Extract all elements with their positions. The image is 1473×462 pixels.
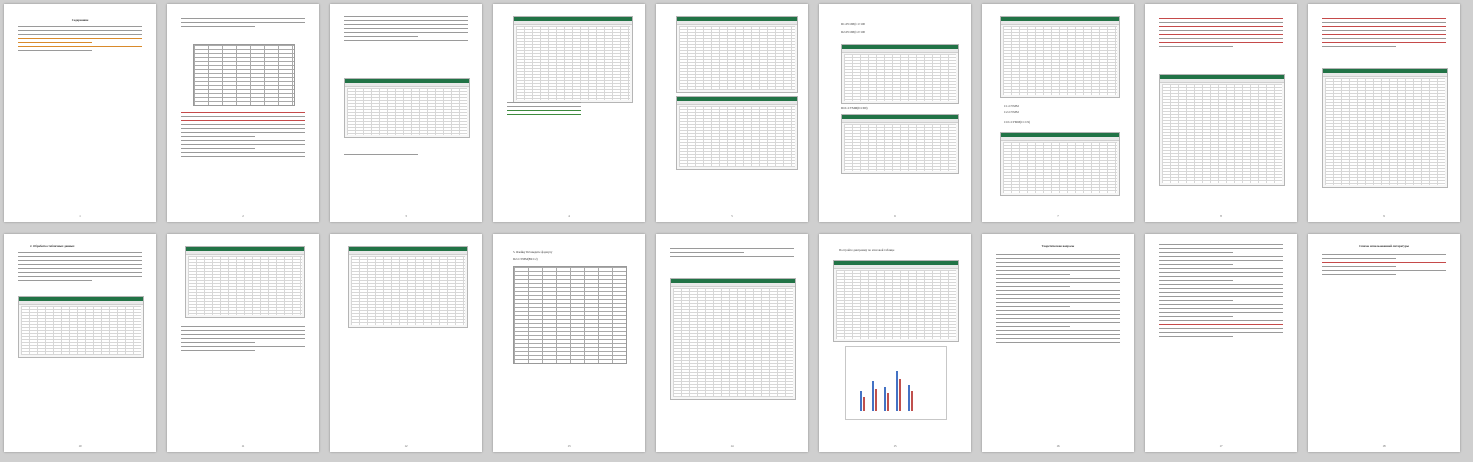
- formula-text: C1=СУММ: [1004, 104, 1019, 108]
- page-number: 11: [241, 444, 245, 448]
- excel-screenshot: [348, 246, 468, 328]
- excel-screenshot: [1322, 68, 1448, 188]
- document-page[interactable]: 12: [330, 234, 482, 452]
- page-title: Содержание: [71, 18, 89, 22]
- instruction-text: 5. Ячейку D2 введите формулу: [513, 250, 553, 254]
- formula-text: C10=СУММ(C1:C9): [1004, 120, 1030, 124]
- document-page[interactable]: 17: [1145, 234, 1297, 452]
- excel-screenshot: [1000, 16, 1120, 98]
- document-page[interactable]: 5. Ячейку D2 введите формулу D2=СУММ(B2:…: [493, 234, 645, 452]
- document-page[interactable]: Список использованной литературы 18: [1308, 234, 1460, 452]
- page-number: 6: [894, 214, 896, 218]
- page-number: 16: [1056, 444, 1060, 448]
- document-page[interactable]: D1=ЕСЛИ(С1>100 D2=ЕСЛИ(С2>100 D10=СУММ(D…: [819, 4, 971, 222]
- table-image: [513, 266, 627, 364]
- document-page[interactable]: 14: [656, 234, 808, 452]
- document-page[interactable]: Содержание 1: [4, 4, 156, 222]
- table-image: [193, 44, 295, 106]
- formula-text: D1=ЕСЛИ(С1>100: [841, 22, 866, 26]
- excel-screenshot: [841, 114, 959, 174]
- excel-screenshot: [344, 78, 470, 138]
- excel-screenshot: [1000, 132, 1120, 196]
- page-number: 8: [1220, 214, 1222, 218]
- page-number: 3: [405, 214, 407, 218]
- excel-screenshot: [18, 296, 144, 358]
- excel-screenshot: [676, 96, 798, 170]
- page-number: 10: [78, 444, 82, 448]
- formula-text: C2=СУММ: [1004, 110, 1019, 114]
- page-title: Список использованной литературы: [1359, 244, 1409, 248]
- excel-screenshot: [1159, 74, 1285, 186]
- excel-screenshot: [670, 278, 796, 400]
- page-number: 9: [1383, 214, 1385, 218]
- excel-screenshot: [513, 16, 633, 103]
- page-number: 13: [567, 444, 571, 448]
- document-page[interactable]: Постройте диаграмму по итоговой таблице …: [819, 234, 971, 452]
- page-number: 1: [79, 214, 81, 218]
- document-page[interactable]: 5: [656, 4, 808, 222]
- bar-chart-image: [845, 346, 947, 420]
- document-page[interactable]: 2. Обработка табличных данных 10: [4, 234, 156, 452]
- excel-screenshot: [833, 260, 959, 342]
- document-page[interactable]: 4: [493, 4, 645, 222]
- page-number: 4: [568, 214, 570, 218]
- document-page[interactable]: 11: [167, 234, 319, 452]
- section-heading: Теоретические вопросы: [1041, 244, 1075, 248]
- page-number: 14: [730, 444, 734, 448]
- page-number: 2: [242, 214, 244, 218]
- page-number: 17: [1219, 444, 1223, 448]
- excel-screenshot: [841, 44, 959, 104]
- document-page[interactable]: C1=СУММ C2=СУММ C10=СУММ(C1:C9) 7: [982, 4, 1134, 222]
- page-number: 18: [1382, 444, 1386, 448]
- page-number: 5: [731, 214, 733, 218]
- excel-screenshot: [676, 16, 798, 93]
- formula-text: D2=СУММ(B2:C2): [513, 257, 538, 261]
- document-page[interactable]: Теоретические вопросы 16: [982, 234, 1134, 452]
- document-page[interactable]: 9: [1308, 4, 1460, 222]
- document-page[interactable]: 3: [330, 4, 482, 222]
- page-number: 15: [893, 444, 897, 448]
- document-page[interactable]: 2: [167, 4, 319, 222]
- page-number: 12: [404, 444, 408, 448]
- formula-text: D10=СУММ(D1:D9): [841, 106, 868, 110]
- excel-screenshot: [185, 246, 305, 318]
- section-heading: 2. Обработка табличных данных: [30, 244, 75, 248]
- page-number: 7: [1057, 214, 1059, 218]
- document-page[interactable]: 8: [1145, 4, 1297, 222]
- formula-text: D2=ЕСЛИ(С2>100: [841, 30, 866, 34]
- instruction-text: Постройте диаграмму по итоговой таблице: [839, 248, 895, 252]
